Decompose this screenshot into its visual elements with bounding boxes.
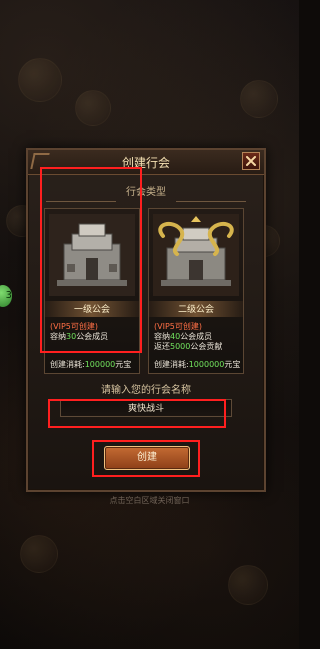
background-icon — [75, 90, 111, 126]
creation-cost: 创建消耗:1000000元宝 — [154, 360, 241, 369]
guild-name-label: 请输入您的行会名称 — [101, 385, 191, 396]
background-icon — [240, 80, 278, 118]
card-name: 二级公会 — [177, 305, 214, 315]
highlight-box — [40, 167, 142, 353]
background-icon — [18, 58, 62, 102]
refund-line: 返还5000公会贡献 — [154, 342, 223, 351]
guild-level-2-card[interactable]: 二级公会 (VIP5可创建) 容纳40公会成员 返还5000公会贡献 创建消耗:… — [148, 208, 244, 374]
castle-dragon-icon — [153, 214, 239, 296]
divider — [176, 201, 246, 202]
close-icon — [246, 156, 256, 166]
background-icon — [228, 565, 268, 605]
left-badge[interactable]: 3 — [0, 285, 12, 307]
highlight-box — [92, 440, 200, 477]
highlight-box — [48, 399, 226, 428]
background-icon — [20, 535, 58, 573]
close-button[interactable] — [242, 152, 260, 170]
creation-cost: 创建消耗:100000元宝 — [50, 360, 132, 369]
close-hint: 点击空白区域关闭窗口 — [109, 496, 190, 505]
